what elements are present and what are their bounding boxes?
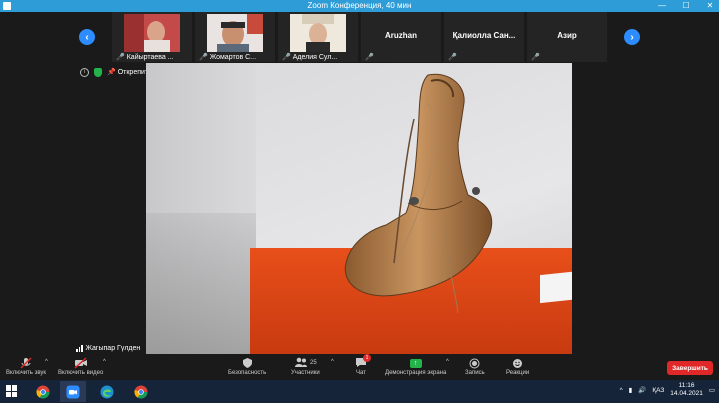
start-video-button[interactable]: Включить видео — [58, 356, 103, 376]
signal-icon — [76, 345, 83, 352]
chat-button[interactable]: 1 Чат — [355, 354, 371, 376]
window-controls: — ☐ ✕ — [657, 0, 715, 12]
zoom-taskbar-icon[interactable] — [60, 381, 86, 402]
participant-name: Кайыртаева ... — [126, 53, 174, 61]
security-button[interactable]: Безопасность — [228, 356, 266, 376]
participants-count: 25 — [309, 360, 317, 366]
people-icon — [294, 357, 308, 370]
participants-options-caret[interactable]: ^ — [331, 359, 334, 365]
close-icon[interactable]: ✕ — [705, 0, 715, 12]
prev-page-button[interactable]: ‹ — [79, 29, 95, 45]
record-button[interactable]: Запись — [465, 356, 485, 376]
participant-video — [124, 14, 180, 52]
participant-name: Азир — [557, 31, 577, 40]
clock[interactable]: 11:16 14.04.2021 — [670, 382, 703, 398]
speaker-name: Жагыпар Гүлден — [85, 345, 141, 352]
pin-icon: 📌 — [107, 69, 116, 76]
mic-muted-icon: 🎤 — [531, 54, 540, 61]
chrome-icon[interactable] — [30, 381, 56, 402]
participant-video — [207, 14, 263, 52]
share-screen-button[interactable]: ↑ Демонстрация экрана — [385, 356, 446, 376]
participant-tile[interactable]: 🎤 Жомартов С... — [195, 12, 275, 62]
info-icon[interactable]: i — [80, 67, 89, 77]
participant-name: Жомартов С... — [209, 53, 257, 61]
active-speaker-label: Жагыпар Гүлден — [76, 345, 140, 352]
end-meeting-button[interactable]: Завершить — [667, 361, 713, 375]
participant-tile[interactable]: 🎤 Кайыртаева ... — [112, 12, 192, 62]
record-icon — [469, 356, 480, 370]
system-tray: ^ ▮ 🔊 ҚАЗ 11:16 14.04.2021 ▭ — [620, 382, 715, 398]
mic-muted-icon: 🎤 — [282, 54, 291, 61]
participant-name: Қалиолла Сан... — [452, 31, 516, 40]
participant-tile[interactable]: Қалиолла Сан... 🎤 — [444, 12, 524, 62]
chrome-profile-icon[interactable] — [128, 381, 154, 402]
clock-time: 11:16 — [678, 382, 695, 389]
participant-name: Аделия Сул... — [292, 53, 338, 61]
main-video — [146, 63, 572, 354]
window-title: Zoom Конференция, 40 мин — [307, 1, 412, 10]
smiley-icon — [512, 356, 523, 370]
reactions-button[interactable]: Реакции — [506, 356, 529, 376]
shield-icon[interactable] — [94, 67, 102, 77]
edge-icon[interactable] — [94, 381, 120, 402]
mic-muted-icon: 🎤 — [116, 54, 125, 61]
video-options-caret[interactable]: ^ — [103, 359, 106, 365]
windows-taskbar: ^ ▮ 🔊 ҚАЗ 11:16 14.04.2021 ▭ — [0, 380, 719, 403]
participant-tile[interactable]: 🎤 Аделия Сул... — [278, 12, 358, 62]
camera-off-icon — [74, 356, 88, 370]
share-options-caret[interactable]: ^ — [446, 359, 449, 365]
gallery-strip: ‹ 🎤 Кайыртаева ... 🎤 Жомартов С... 🎤 Аделия… — [0, 12, 719, 62]
next-page-button[interactable]: › — [624, 29, 640, 45]
mic-muted-icon: 🎤 — [448, 54, 457, 61]
participants-button[interactable]: 25 Участники — [291, 356, 320, 376]
title-bar: Zoom Конференция, 40 мин — ☐ ✕ — [0, 0, 719, 12]
minimize-icon[interactable]: — — [657, 0, 667, 12]
participant-tile[interactable]: Aruzhan 🎤 — [361, 12, 441, 62]
mic-muted-icon — [20, 356, 32, 370]
unmute-button[interactable]: Включить звук — [6, 356, 46, 376]
participant-video — [290, 14, 346, 52]
maximize-icon[interactable]: ☐ — [681, 0, 691, 12]
chevron-up-icon[interactable]: ^ — [620, 387, 623, 394]
keyboard-language[interactable]: ҚАЗ — [652, 387, 664, 394]
meeting-toolbar: Включить звук ^ Включить видео ^ Безопас… — [0, 354, 719, 380]
volume-icon[interactable]: 🔊 — [638, 386, 646, 394]
museum-object — [344, 73, 493, 314]
windows-start-icon[interactable] — [6, 385, 18, 397]
clock-date: 14.04.2021 — [670, 390, 703, 397]
participant-name: Aruzhan — [385, 31, 417, 40]
audio-options-caret[interactable]: ^ — [45, 359, 48, 365]
notifications-icon[interactable]: ▭ — [709, 386, 715, 394]
mic-muted-icon: 🎤 — [199, 54, 208, 61]
network-icon[interactable]: ▮ — [629, 386, 633, 394]
participant-tile[interactable]: Азир 🎤 — [527, 12, 607, 62]
mic-muted-icon: 🎤 — [365, 54, 374, 61]
share-screen-icon: ↑ — [409, 358, 422, 368]
chat-unread-badge: 1 — [363, 354, 371, 362]
shield-icon — [242, 356, 253, 370]
